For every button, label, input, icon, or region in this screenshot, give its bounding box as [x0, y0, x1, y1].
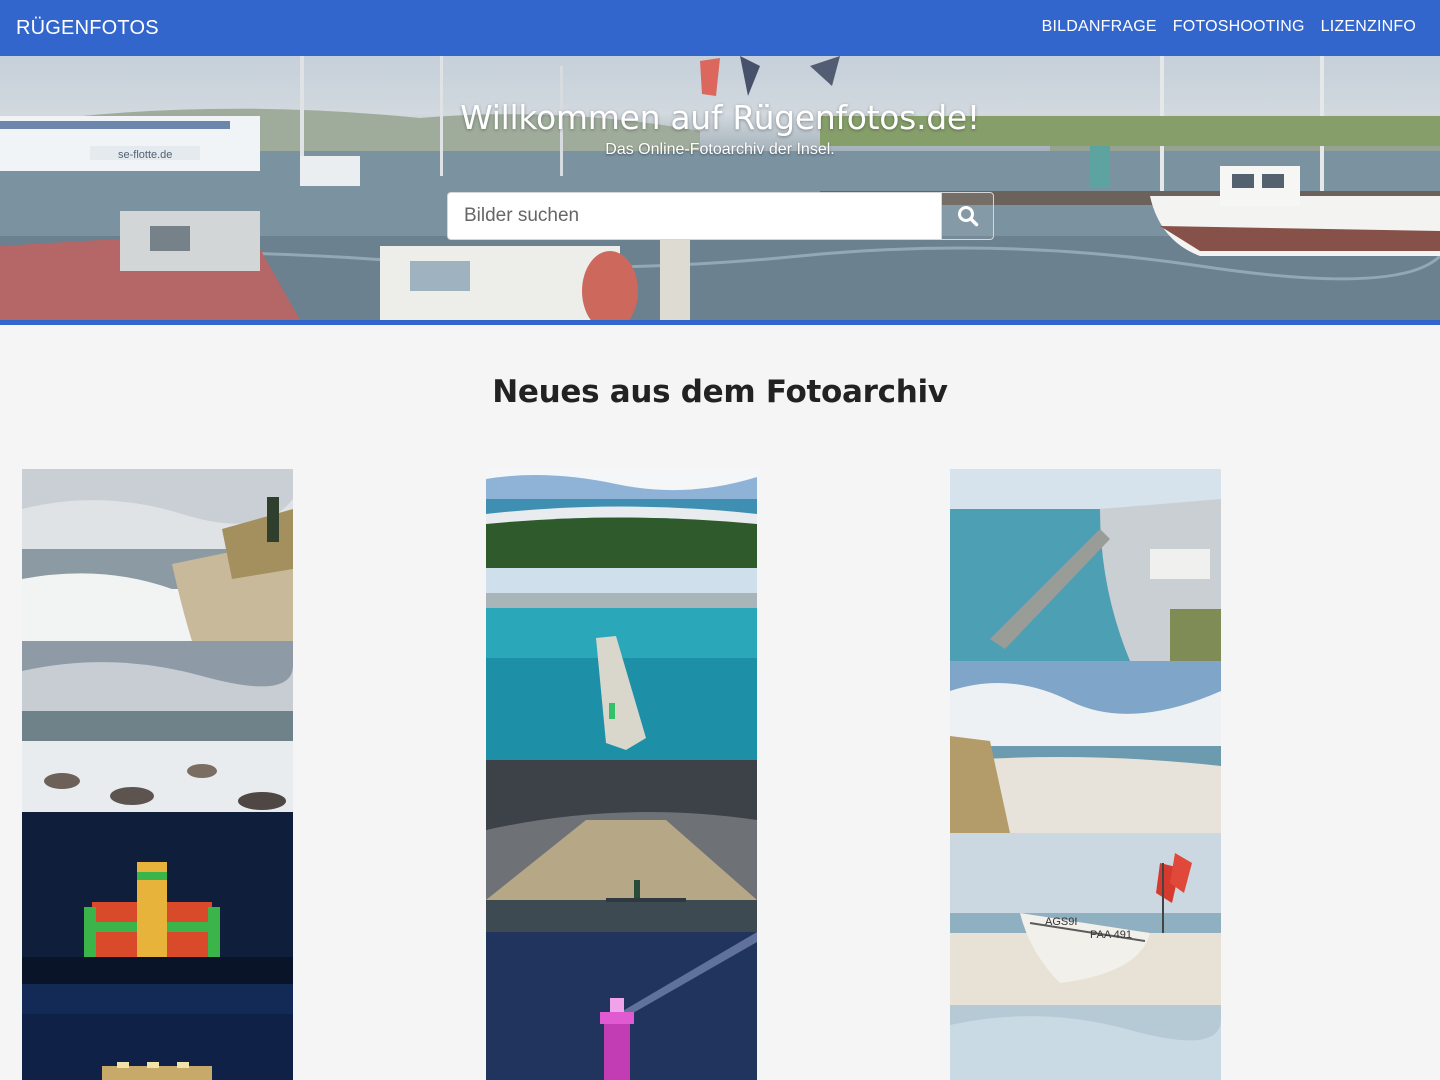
nav-link-bildanfrage[interactable]: BILDANFRAGE	[1042, 18, 1157, 36]
hero-subtitle: Das Online-Fotoarchiv der Insel.	[605, 141, 835, 158]
photo-aerial-mole-lighthouse[interactable]	[486, 568, 757, 760]
boat-hull-text: AGS9I	[1045, 916, 1077, 928]
nav-links: BILDANFRAGE FOTOSHOOTING LIZENZINFO	[1042, 18, 1416, 36]
photo-image	[22, 641, 293, 812]
hero-overlay	[0, 56, 1440, 320]
top-navbar: RÜGENFOTOS BILDANFRAGE FOTOSHOOTING LIZE…	[0, 0, 1440, 56]
hero-title: Willkommen auf Rügenfotos.de!	[460, 98, 980, 137]
hero-banner: se-flotte.de	[0, 56, 1440, 320]
photo-image	[950, 661, 1221, 833]
photo-beach-clouds[interactable]	[950, 661, 1221, 833]
photo-beach-dune-left[interactable]	[22, 469, 293, 641]
photo-image: AGS9I PAA 491	[950, 833, 1221, 1005]
photo-image	[22, 469, 293, 641]
photo-image	[950, 469, 1221, 661]
nav-link-lizenzinfo[interactable]: LIZENZINFO	[1321, 18, 1416, 36]
photo-aerial-forest-coast[interactable]	[486, 469, 757, 568]
search-input[interactable]	[447, 192, 941, 240]
photo-image	[486, 469, 757, 568]
photo-image	[22, 984, 293, 1080]
photo-castle-illuminated[interactable]	[22, 812, 293, 984]
photo-aerial-harbour-pier[interactable]	[950, 469, 1221, 661]
photo-image	[950, 1005, 1221, 1080]
photo-fishing-boat-flags[interactable]: AGS9I PAA 491	[950, 833, 1221, 1005]
nav-link-fotoshooting[interactable]: FOTOSHOOTING	[1173, 18, 1305, 36]
photo-building-night[interactable]	[22, 984, 293, 1080]
photo-image	[486, 760, 757, 932]
search-button[interactable]	[941, 192, 994, 240]
photo-lighthouse-sunrays[interactable]	[486, 760, 757, 932]
photo-image	[486, 932, 757, 1080]
hero-bottom-stripe	[0, 320, 1440, 325]
photo-lighthouse-purple[interactable]	[486, 932, 757, 1080]
photo-image	[486, 568, 757, 760]
search-icon	[957, 206, 978, 227]
photo-sky-pale[interactable]	[950, 1005, 1221, 1080]
section-title: Neues aus dem Fotoarchiv	[492, 374, 948, 410]
brand-logo-link[interactable]: RÜGENFOTOS	[16, 17, 159, 40]
search-bar	[447, 192, 994, 240]
boat-hull-text: PAA 491	[1090, 929, 1132, 941]
photo-image	[22, 812, 293, 984]
photo-waves-stones[interactable]	[22, 641, 293, 812]
